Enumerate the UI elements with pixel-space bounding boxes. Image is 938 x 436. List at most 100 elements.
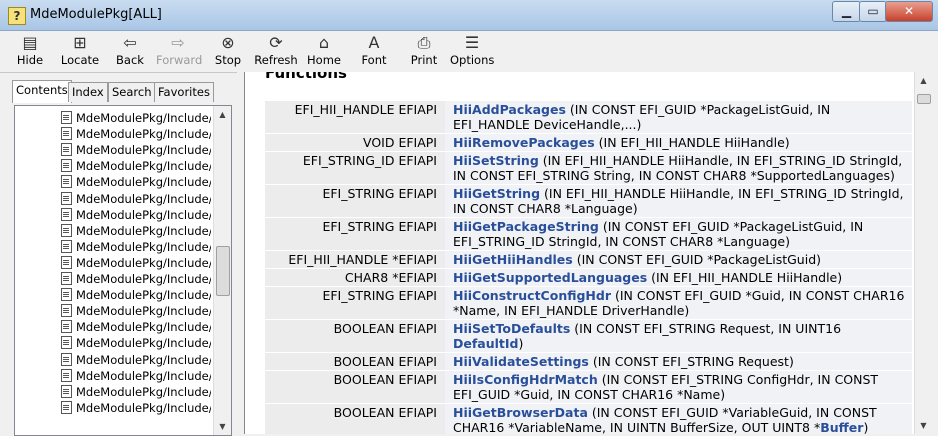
toolbar: ▤ Hide ⊞ Locate ⇦ Back ⇨ Forward ⊗ Stop ⟳ Refresh ⌂ H… — [0, 31, 938, 73]
tree-item[interactable]: MdeModulePkg/Include/Gu — [61, 255, 211, 271]
function-signature: HiiAddPackages (IN CONST EFI_GUID *Packa… — [445, 100, 912, 134]
tree-item[interactable]: MdeModulePkg/Include/Gu — [61, 126, 211, 142]
tree-item[interactable]: MdeModulePkg/Include/Gu — [61, 319, 211, 335]
function-link[interactable]: HiiGetString — [453, 186, 540, 201]
scroll-up-icon[interactable]: ▲ — [214, 106, 231, 123]
tab-index[interactable]: Index — [68, 82, 108, 102]
scroll-down-icon[interactable]: ▼ — [214, 418, 231, 435]
tree-item[interactable]: MdeModulePkg/Include/Gu — [61, 174, 211, 190]
document-icon — [61, 175, 72, 189]
param-link[interactable]: Buffer — [820, 420, 863, 434]
tree-item-label: MdeModulePkg/Include/Gu — [76, 336, 211, 351]
document-icon — [61, 127, 72, 141]
function-params: (IN EFI_HII_HANDLE HiiHandle) — [647, 270, 843, 285]
tree-item[interactable]: MdeModulePkg/Include/Gu — [61, 239, 211, 255]
function-signature: HiiConstructConfigHdr (IN CONST EFI_GUID… — [445, 286, 912, 320]
tree-item-label: MdeModulePkg/Include/Gu — [76, 239, 211, 254]
tab-contents[interactable]: Contents — [12, 80, 72, 103]
scroll-down-icon[interactable]: ▼ — [915, 417, 932, 434]
tree-item-label: MdeModulePkg/Include/Lil — [76, 368, 211, 383]
tree-scrollbar[interactable]: ▲ ▼ — [213, 106, 231, 435]
function-link[interactable]: HiiValidateSettings — [453, 354, 589, 369]
tree-item[interactable]: MdeModulePkg/Include/Gu — [61, 287, 211, 303]
tree-scroll-thumb[interactable] — [216, 246, 230, 296]
contents-tree[interactable]: MdeModulePkg/Include/GuMdeModulePkg/Incl… — [14, 105, 232, 436]
params-tail: ) — [518, 336, 524, 351]
tree-item[interactable]: MdeModulePkg/Include/Gu — [61, 142, 211, 158]
document-icon — [61, 111, 72, 124]
tree-item[interactable]: MdeModulePkg/Include/Gu — [61, 303, 211, 319]
function-params: (IN CONST EFI_STRING Request, IN UINT16 — [570, 321, 842, 336]
tree-item[interactable]: MdeModulePkg/Include/Gu — [61, 207, 211, 223]
help-app-icon[interactable]: ? — [8, 7, 26, 25]
scroll-up-icon[interactable]: ▲ — [915, 72, 932, 89]
return-type: BOOLEAN EFIAPI — [265, 319, 445, 353]
function-link[interactable]: HiiGetBrowserData — [453, 405, 588, 420]
forward-button[interactable]: ⇨ Forward — [156, 33, 203, 71]
function-signature: HiiValidateSettings (IN CONST EFI_STRING… — [445, 352, 912, 371]
toolbar-label: Stop — [214, 53, 242, 67]
tree-item[interactable]: MdeModulePkg/Include/Lil — [61, 400, 211, 416]
toolbar-label: Forward — [156, 53, 203, 67]
function-signature: HiiIsConfigHdrMatch (IN CONST EFI_STRING… — [445, 370, 912, 404]
return-type: EFI_STRING_ID EFIAPI — [265, 151, 445, 185]
function-signature: HiiGetSupportedLanguages (IN EFI_HII_HAN… — [445, 268, 912, 287]
back-button[interactable]: ⇦ Back — [108, 33, 152, 71]
function-link[interactable]: HiiSetString — [453, 153, 539, 168]
minimize-button[interactable]: ▁ — [832, 1, 861, 22]
tree-item[interactable]: MdeModulePkg/Include/Gu — [61, 352, 211, 368]
locate-button[interactable]: ⊞ Locate — [58, 33, 102, 71]
stop-button[interactable]: ⊗ Stop — [206, 33, 250, 71]
toolbar-label: Home — [307, 53, 341, 67]
font-button[interactable]: A Font — [352, 33, 396, 71]
tree-item[interactable]: MdeModulePkg/Include/Gu — [61, 158, 211, 174]
return-type: EFI_HII_HANDLE *EFIAPI — [265, 250, 445, 269]
document-icon — [61, 159, 72, 173]
tree-item[interactable]: MdeModulePkg/Include/Gu — [61, 335, 211, 351]
function-link[interactable]: HiiSetToDefaults — [453, 321, 570, 336]
refresh-button[interactable]: ⟳ Refresh — [254, 33, 298, 71]
function-link[interactable]: HiiGetSupportedLanguages — [453, 270, 647, 285]
tree-item-label: MdeModulePkg/Include/Gu — [76, 127, 211, 142]
tree-item[interactable]: MdeModulePkg/Include/Gu — [61, 223, 211, 239]
options-icon: ☰ — [464, 33, 480, 52]
tab-search[interactable]: Search — [108, 82, 156, 102]
function-link[interactable]: HiiIsConfigHdrMatch — [453, 372, 598, 387]
tree-item-label: MdeModulePkg/Include/Gu — [76, 175, 211, 190]
function-row: BOOLEAN EFIAPI HiiGetBrowserData (IN CONS… — [265, 403, 912, 434]
return-type: BOOLEAN EFIAPI — [265, 403, 445, 434]
param-link[interactable]: DefaultId — [453, 336, 519, 351]
function-signature: HiiGetString (IN EFI_HII_HANDLE HiiHandl… — [445, 184, 912, 218]
tree-item[interactable]: MdeModulePkg/Include/Lil — [61, 368, 211, 384]
tree-item-label: MdeModulePkg/Include/Gu — [76, 223, 211, 238]
content-scroll-thumb[interactable] — [917, 94, 931, 104]
document-icon — [61, 400, 72, 414]
function-link[interactable]: HiiGetPackageString — [453, 219, 599, 234]
content-scrollbar[interactable]: ▲ ▼ — [914, 72, 932, 434]
return-type: BOOLEAN EFIAPI — [265, 352, 445, 371]
tree-item-label: MdeModulePkg/Include/Gu — [76, 207, 211, 222]
tree-item[interactable]: MdeModulePkg/Include/Gu — [61, 191, 211, 207]
function-link[interactable]: HiiGetHiiHandles — [453, 252, 573, 267]
function-link[interactable]: HiiAddPackages — [453, 102, 566, 117]
pane-splitter[interactable] — [237, 72, 244, 434]
hide-button[interactable]: ▤ Hide — [8, 33, 52, 71]
navigation-pane: Contents Index Search Favorites MdeModul… — [8, 77, 234, 436]
options-button[interactable]: ☰ Options — [450, 33, 494, 71]
home-button[interactable]: ⌂ Home — [302, 33, 346, 71]
tree-item[interactable]: MdeModulePkg/Include/Gu — [61, 110, 211, 126]
print-button[interactable]: ⎙ Print — [402, 33, 446, 71]
function-params: (IN CONST EFI_GUID *PackageListGuid) — [572, 252, 822, 267]
tab-favorites[interactable]: Favorites — [154, 82, 214, 102]
function-link[interactable]: HiiRemovePackages — [453, 135, 595, 150]
document-icon — [61, 223, 72, 237]
toolbar-label: Options — [450, 53, 495, 67]
function-signature: HiiGetPackageString (IN CONST EFI_GUID *… — [445, 217, 912, 251]
maximize-button[interactable]: ▭ — [859, 1, 887, 22]
close-button[interactable]: ✕ — [885, 1, 933, 22]
toolbar-label: Locate — [60, 53, 100, 67]
tree-item[interactable]: MdeModulePkg/Include/Lil — [61, 384, 211, 400]
tree-item[interactable]: MdeModulePkg/Include/Gu — [61, 271, 211, 287]
function-link[interactable]: HiiConstructConfigHdr — [453, 288, 611, 303]
functions-table: EFI_HII_HANDLE EFIAPI HiiAddPackages (IN … — [265, 100, 912, 434]
